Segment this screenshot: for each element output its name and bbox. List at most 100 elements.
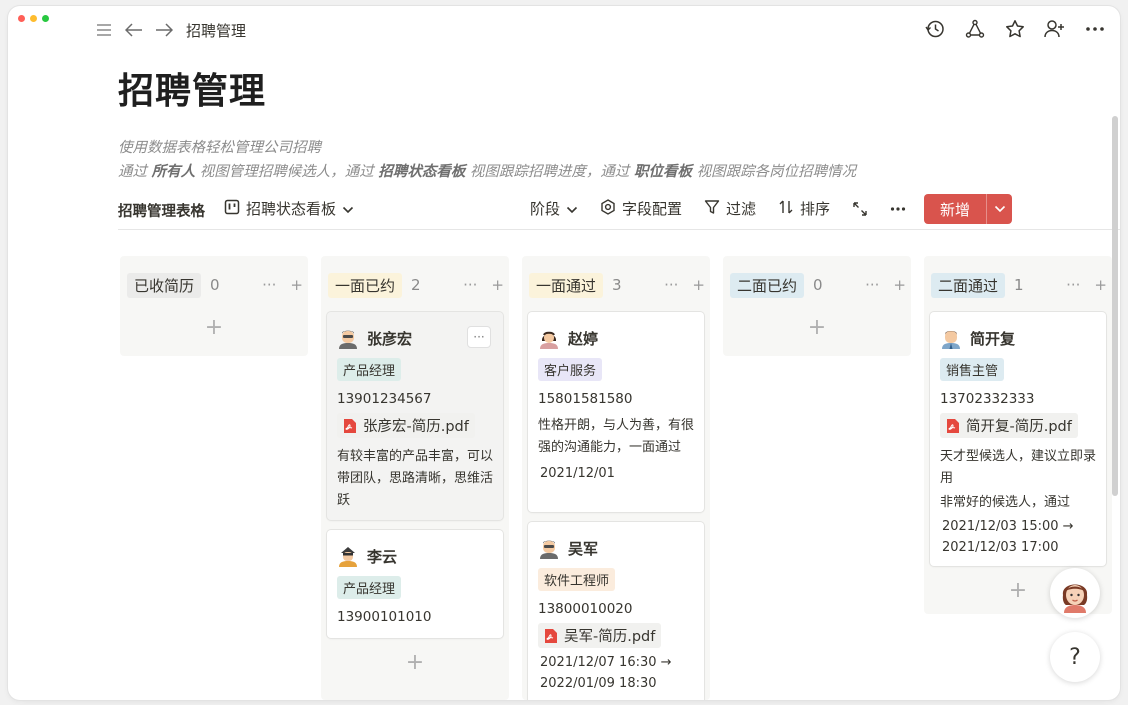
close-window-button[interactable] [18,15,25,22]
minimize-window-button[interactable] [30,15,37,22]
column-tag[interactable]: 一面通过 [529,272,604,298]
sort-button[interactable]: 排序 [778,198,830,219]
candidate-card[interactable]: 简开复 销售主管 13702332333 简开复-简历.pdf 天才型候选人，建… [930,312,1106,566]
history-icon[interactable] [924,18,946,40]
more-icon[interactable]: ··· [1066,276,1080,294]
kanban-board: 已收简历 0 ··· + + 一面已约 2 ··· + ··· 张彦宏 产品经理 [120,256,1120,700]
plus-icon: + [405,649,425,675]
avatar [339,547,357,567]
role-tag: 产品经理 [337,576,402,599]
more-icon[interactable]: ··· [463,276,477,294]
column-header: 一面已约 2 ··· + [328,272,504,298]
top-bar: 招聘管理 [94,18,246,42]
expand-icon[interactable] [852,201,868,217]
candidate-note: 天才型候选人，建议立即录用 [940,449,1097,486]
plus-icon: + [1008,577,1028,603]
interview-date: 2021/12/07 16:30 → 2022/01/09 18:30 [540,655,672,691]
new-record-label: 新增 [939,200,970,219]
page-title: 招聘管理 [118,71,267,112]
candidate-card[interactable]: ··· 张彦宏 产品经理 13901234567 张彦宏-简历.pdf 有较丰富… [327,312,503,520]
interview-date: 2021/12/01 [540,466,615,481]
arrow-right-icon[interactable] [154,20,174,40]
candidate-name-row: 吴军 [538,536,694,560]
phone-number: 13901234567 [337,391,432,407]
share-nodes-icon[interactable] [964,18,986,40]
sort-label: 排序 [800,200,831,218]
field-config-button[interactable]: 字段配置 [600,198,682,219]
more-icon[interactable]: ··· [865,276,879,294]
desc-text: 视图跟踪各岗位招聘情况 [692,164,857,180]
role-tag: 客户服务 [538,358,603,381]
column-tag[interactable]: 二面通过 [931,272,1006,298]
candidate-card[interactable]: 李云 产品经理 13900101010 [327,530,503,638]
resume-attachment[interactable]: 简开复-简历.pdf [940,413,1078,438]
avatar [942,331,960,349]
view-selector[interactable]: 招聘状态看板 [224,198,354,219]
role-tag: 软件工程师 [538,568,616,591]
plus-icon[interactable]: + [1094,276,1107,294]
filter-label: 过滤 [726,200,757,218]
more-icon[interactable] [1084,18,1106,40]
vertical-scrollbar[interactable] [1112,116,1118,496]
candidate-name: 李云 [367,547,398,566]
menu-icon[interactable] [94,20,114,40]
candidate-name-row: 赵婷 [538,326,694,350]
help-icon: ? [1069,644,1081,670]
assistant-avatar-icon [1062,584,1088,613]
more-icon[interactable]: ··· [262,276,276,294]
candidate-name: 吴军 [568,539,599,558]
arrow-left-icon[interactable] [124,20,144,40]
desc-bold-view-position: 职位看板 [634,164,693,180]
candidate-card[interactable]: 吴军 软件工程师 13800010020 吴军-简历.pdf 2021/12/0… [528,522,704,700]
database-name[interactable]: 招聘管理表格 [118,200,205,221]
column-tag[interactable]: 已收简历 [127,272,202,298]
gear-icon [600,198,616,219]
breadcrumb[interactable]: 招聘管理 [186,20,246,41]
role-tag: 产品经理 [337,358,402,381]
card-more-button[interactable]: ··· [467,326,491,348]
filter-button[interactable]: 过滤 [704,198,756,219]
pdf-file-icon [545,628,557,643]
more-icon[interactable]: ··· [664,276,678,294]
column-count: 0 [210,276,220,294]
column-header: 二面已约 0 ··· + [730,272,906,298]
candidate-card[interactable]: 赵婷 客户服务 15801581580 性格开朗，与人为善，有很强的沟通能力，一… [528,312,704,512]
field-config-label: 字段配置 [622,200,683,218]
avatar [540,540,558,559]
group-by-button[interactable]: 阶段 [530,198,578,219]
plus-icon[interactable]: + [491,276,504,294]
plus-icon[interactable]: + [692,276,705,294]
plus-icon[interactable]: + [290,276,303,294]
help-button[interactable]: ? [1050,632,1100,682]
desc-text: 通过 [118,164,152,180]
plus-icon: + [204,314,224,340]
column-count: 0 [813,276,823,294]
more-icon[interactable] [890,206,906,212]
add-user-icon[interactable] [1044,18,1066,40]
page-description-line-2: 通过 所有人 视图管理招聘候选人，通过 招聘状态看板 视图跟踪招聘进度，通过 职… [118,160,856,181]
chevron-down-icon [566,200,578,218]
candidate-name: 简开复 [970,329,1016,348]
assistant-avatar-button[interactable] [1050,568,1100,618]
resume-attachment[interactable]: 张彦宏-简历.pdf [337,413,475,438]
avatar [339,330,357,349]
star-icon[interactable] [1004,18,1026,40]
phone-number: 15801581580 [538,391,633,407]
phone-number: 13702332333 [940,391,1035,407]
board-view-icon [224,199,240,219]
file-name: 吴军-简历.pdf [564,629,656,645]
add-card-button[interactable]: + [723,313,911,341]
top-right-actions [924,18,1106,40]
resume-attachment[interactable]: 吴军-简历.pdf [538,623,662,648]
database-view-bar: 招聘管理表格 招聘状态看板 阶段 字段配置 过滤 排序 新增 [118,194,1120,230]
add-card-button[interactable]: + [120,313,308,341]
column-tag[interactable]: 二面已约 [730,272,805,298]
maximize-window-button[interactable] [42,15,49,22]
chevron-down-icon[interactable] [986,194,1012,224]
column-tag[interactable]: 一面已约 [328,272,403,298]
add-card-button[interactable]: + [321,648,509,676]
desc-text: 视图跟踪招聘进度，通过 [465,164,635,180]
new-record-button[interactable]: 新增 [924,194,1012,224]
chevron-down-icon [342,200,354,218]
plus-icon[interactable]: + [893,276,906,294]
